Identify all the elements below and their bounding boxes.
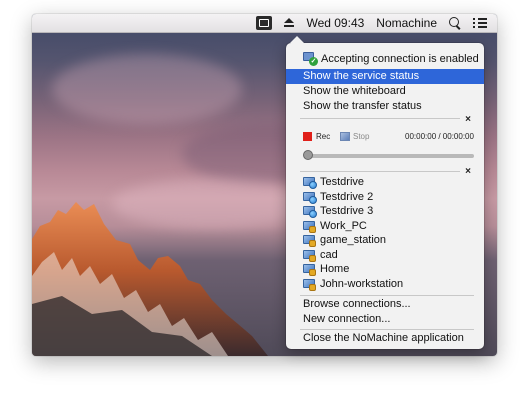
- menu-separator: [300, 295, 474, 296]
- menu-bar: Wed 09:43 Nomachine: [32, 14, 497, 33]
- stop-label[interactable]: Stop: [353, 132, 369, 141]
- menubar-user[interactable]: Nomachine: [376, 14, 437, 33]
- recording-progress-track[interactable]: [306, 154, 474, 158]
- connection-item[interactable]: cad: [286, 248, 484, 263]
- spotlight-search-icon[interactable]: [449, 14, 461, 33]
- stop-icon[interactable]: [340, 132, 350, 141]
- connection-item[interactable]: John-workstation: [286, 277, 484, 292]
- notification-center-icon[interactable]: [473, 14, 487, 33]
- menu-item-service-status[interactable]: Show the service status: [286, 69, 484, 84]
- nomachine-menu: ✓ Accepting connection is enabled Show t…: [286, 36, 484, 349]
- record-icon[interactable]: [303, 132, 312, 141]
- menu-item-transfer-status[interactable]: Show the transfer status: [286, 99, 484, 114]
- connection-item[interactable]: Work_PC: [286, 219, 484, 234]
- connection-item[interactable]: Home: [286, 262, 484, 277]
- browse-connections-item[interactable]: Browse connections...: [286, 297, 484, 312]
- close-application-item[interactable]: Close the NoMachine application: [286, 331, 484, 346]
- nomachine-tray-icon[interactable]: [256, 14, 273, 33]
- recording-progress-thumb[interactable]: [303, 150, 313, 160]
- menu-separator: [300, 171, 460, 172]
- connection-item[interactable]: game_station: [286, 233, 484, 248]
- recorder-close-icon[interactable]: ×: [463, 115, 473, 125]
- menu-item-whiteboard[interactable]: Show the whiteboard: [286, 84, 484, 99]
- eject-icon[interactable]: [284, 14, 295, 33]
- status-text: Accepting connection is enabled: [321, 53, 479, 65]
- menubar-clock[interactable]: Wed 09:43: [306, 14, 364, 33]
- new-connection-item[interactable]: New connection...: [286, 312, 484, 327]
- menu-separator: [300, 329, 474, 330]
- recording-time: 00:00:00 / 00:00:00: [405, 132, 474, 141]
- record-label[interactable]: Rec: [316, 132, 330, 141]
- connection-item[interactable]: Testdrive 3: [286, 204, 484, 219]
- connection-item[interactable]: Testdrive 2: [286, 190, 484, 205]
- connection-item[interactable]: Testdrive: [286, 175, 484, 190]
- menu-separator: [300, 118, 460, 119]
